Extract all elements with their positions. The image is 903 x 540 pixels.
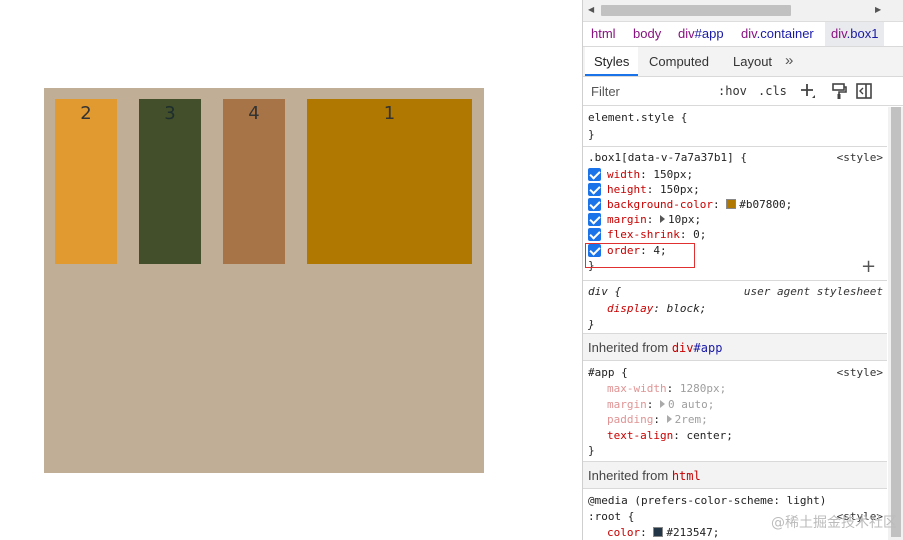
styles-pane: element.style { } .box1[data-v-7a7a37b1]… — [583, 107, 887, 540]
ua-div-rule: div { user agent stylesheet display: blo… — [583, 281, 887, 334]
rule-selector: div { — [588, 285, 622, 298]
filter-input[interactable] — [585, 81, 707, 102]
rule-close: } — [588, 128, 595, 141]
box-3: 3 — [139, 99, 201, 264]
element-style-rule: element.style { } — [583, 107, 887, 147]
breadcrumb-body[interactable]: body — [627, 22, 667, 46]
declaration-margin[interactable]: margin: 0 auto; — [607, 397, 714, 412]
expand-triangle-icon[interactable] — [660, 215, 665, 223]
declaration-background-color[interactable]: background-color: #b07800; — [607, 197, 792, 212]
expand-triangle-icon[interactable] — [660, 400, 665, 408]
rule-source-link[interactable]: <style> — [837, 150, 883, 165]
new-style-rule-icon[interactable] — [799, 82, 817, 100]
media-query: @media (prefers-color-scheme: light) — [588, 494, 827, 507]
add-declaration-icon[interactable]: + — [861, 256, 876, 277]
declaration-padding[interactable]: padding: 2rem; — [607, 412, 708, 427]
color-swatch[interactable] — [726, 199, 737, 209]
declaration-checkbox[interactable] — [588, 228, 601, 241]
expand-triangle-icon[interactable] — [666, 415, 672, 423]
scroll-left-icon[interactable]: ◀ — [588, 5, 594, 14]
inherited-element-link[interactable]: html — [672, 469, 701, 483]
breadcrumb-html[interactable]: html — [585, 22, 622, 46]
inherited-from-html-header: Inherited from html — [583, 462, 887, 489]
declaration-color[interactable]: color: #213547; — [607, 525, 719, 540]
cls-button[interactable]: .cls — [758, 84, 787, 98]
rule-close: } — [588, 444, 595, 457]
watermark: @稀土掘金技术社区 — [771, 515, 897, 531]
hov-button[interactable]: :hov — [718, 84, 747, 98]
breadcrumb-div-app[interactable]: div#app — [672, 22, 730, 46]
box-label: 1 — [383, 103, 396, 124]
rule-selector[interactable]: .box1[data-v-7a7a37b1] { — [588, 150, 747, 165]
rule-selector[interactable]: :root { — [588, 509, 634, 524]
toggle-sidebar-icon[interactable] — [855, 82, 873, 100]
declaration-width[interactable]: width: 150px; — [607, 167, 693, 182]
scroll-thumb[interactable] — [891, 107, 901, 537]
breadcrumb: html body div#app div.container div.box1 — [583, 22, 903, 47]
box-label: 2 — [80, 103, 92, 124]
tab-computed[interactable]: Computed — [640, 47, 718, 76]
declaration-height[interactable]: height: 150px; — [607, 182, 700, 197]
inherited-from-app-header: Inherited from div#app — [583, 334, 887, 361]
declaration-checkbox[interactable] — [588, 198, 601, 211]
declaration-checkbox[interactable] — [588, 213, 601, 226]
highlight-annotation — [585, 243, 695, 268]
rule-close: } — [588, 318, 595, 331]
declaration-text-align[interactable]: text-align: center; — [607, 428, 733, 443]
filter-bar: :hov .cls — [583, 78, 903, 106]
box-1: 1 — [307, 99, 472, 264]
declaration-margin[interactable]: margin: 10px; — [607, 212, 701, 227]
flex-container: 2 3 4 1 — [44, 88, 484, 473]
breadcrumb-div-box1[interactable]: div.box1 — [825, 22, 885, 46]
breadcrumb-div-container[interactable]: div.container — [735, 22, 820, 46]
rule-selector[interactable]: #app { — [588, 365, 628, 380]
inherited-element-link[interactable]: div#app — [672, 341, 723, 355]
scroll-right-icon[interactable]: ▶ — [875, 5, 881, 14]
declaration-checkbox[interactable] — [588, 168, 601, 181]
box-label: 3 — [164, 103, 176, 124]
tab-layout[interactable]: Layout — [724, 47, 781, 76]
box-label: 4 — [248, 103, 260, 124]
color-swatch[interactable] — [653, 527, 664, 537]
declaration-flex-shrink[interactable]: flex-shrink: 0; — [607, 227, 706, 242]
scroll-thumb[interactable] — [601, 5, 791, 16]
paint-brush-icon[interactable] — [830, 82, 848, 100]
declaration-checkbox[interactable] — [588, 183, 601, 196]
box-4: 4 — [223, 99, 285, 264]
app-rule: #app { <style> max-width: 1280px; margin… — [583, 361, 887, 462]
rule-source-link[interactable]: <style> — [837, 365, 883, 380]
more-tabs-icon[interactable]: » — [785, 52, 793, 69]
vertical-scrollbar[interactable] — [888, 107, 903, 540]
rule-source: user agent stylesheet — [743, 285, 883, 298]
declaration-display: display: block; — [607, 302, 707, 315]
devtools-panel: ◀ ▶ html body div#app div.container div.… — [582, 0, 903, 540]
box-2: 2 — [55, 99, 117, 264]
declaration-max-width[interactable]: max-width: 1280px; — [607, 381, 726, 396]
rule-selector[interactable]: element.style { — [588, 110, 687, 125]
tab-styles[interactable]: Styles — [585, 47, 639, 76]
horizontal-scrollbar[interactable]: ◀ ▶ — [583, 0, 903, 22]
styles-tabbar: Styles Computed Layout » — [583, 47, 903, 77]
